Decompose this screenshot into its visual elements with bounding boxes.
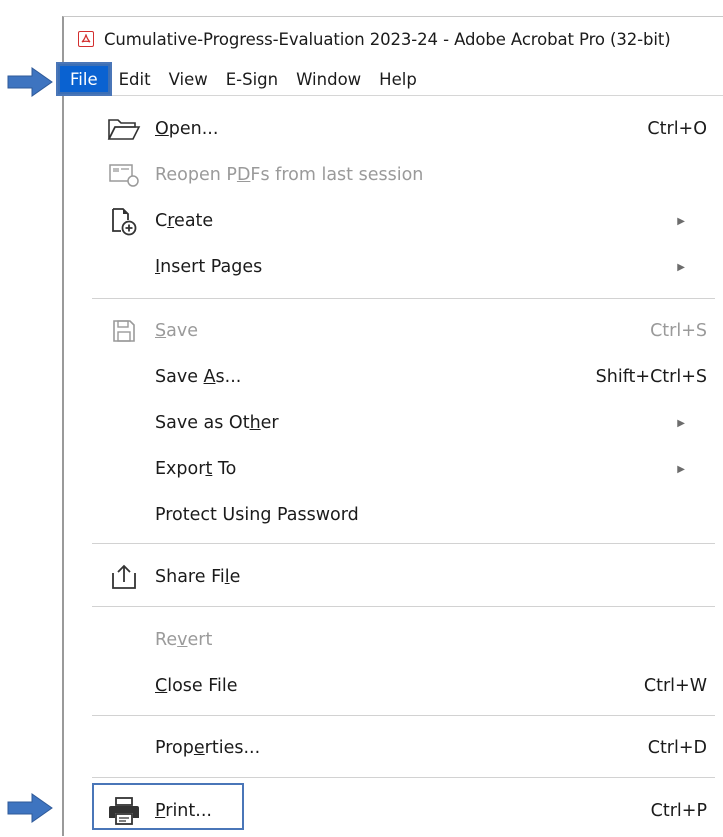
- window-title: Cumulative-Progress-Evaluation 2023-24 -…: [104, 29, 671, 49]
- create-pdf-icon: [104, 204, 144, 238]
- menu-separator: [92, 543, 715, 544]
- reopen-pdfs-icon: [104, 158, 144, 192]
- menu-bar: File Edit View E-Sign Window Help: [56, 62, 723, 96]
- menu-separator: [92, 606, 715, 607]
- menu-item-save-as-other[interactable]: Save as Other ▶: [64, 400, 723, 446]
- file-menu-dropdown: Open... Ctrl+O Reopen PDFs from last ses…: [64, 97, 723, 837]
- shortcut-save-as: Shift+Ctrl+S: [595, 367, 707, 387]
- shortcut-save: Ctrl+S: [650, 321, 707, 341]
- submenu-arrow-icon: ▶: [677, 417, 685, 429]
- save-icon: [104, 314, 144, 348]
- menu-separator: [92, 777, 715, 778]
- menu-item-share-file[interactable]: Share File: [64, 554, 723, 600]
- menu-item-close-file[interactable]: Close File Ctrl+W: [64, 663, 723, 709]
- menu-item-properties[interactable]: Properties... Ctrl+D: [64, 725, 723, 771]
- submenu-arrow-icon: ▶: [677, 261, 685, 273]
- print-highlight-box: [92, 783, 244, 830]
- menu-item-revert[interactable]: Revert: [64, 617, 723, 663]
- menu-item-open[interactable]: Open... Ctrl+O: [64, 106, 723, 152]
- menu-item-reopen-pdfs[interactable]: Reopen PDFs from last session: [64, 152, 723, 198]
- menu-window[interactable]: Window: [287, 64, 370, 94]
- acrobat-window: Cumulative-Progress-Evaluation 2023-24 -…: [56, 16, 723, 837]
- menu-item-create[interactable]: Create ▶: [64, 198, 723, 244]
- arrow-pointer-file: [7, 67, 53, 97]
- submenu-arrow-icon: ▶: [677, 463, 685, 475]
- shortcut-open: Ctrl+O: [647, 119, 707, 139]
- shortcut-print: Ctrl+P: [650, 801, 707, 821]
- menu-help[interactable]: Help: [370, 64, 426, 94]
- menu-item-protect-using-password[interactable]: Protect Using Password: [64, 492, 723, 538]
- menu-item-insert-pages[interactable]: Insert Pages ▶: [64, 244, 723, 290]
- title-bar: Cumulative-Progress-Evaluation 2023-24 -…: [64, 17, 723, 61]
- menu-item-export-to[interactable]: Export To ▶: [64, 446, 723, 492]
- menu-separator: [92, 298, 715, 299]
- share-icon: [104, 560, 144, 594]
- menu-item-save-as[interactable]: Save As... Shift+Ctrl+S: [64, 354, 723, 400]
- menu-view[interactable]: View: [160, 64, 217, 94]
- shortcut-properties: Ctrl+D: [647, 738, 707, 758]
- menu-separator: [92, 715, 715, 716]
- adobe-acrobat-icon: [78, 31, 94, 47]
- shortcut-close-file: Ctrl+W: [643, 676, 707, 696]
- arrow-pointer-print: [7, 793, 53, 823]
- menu-item-save[interactable]: Save Ctrl+S: [64, 308, 723, 354]
- submenu-arrow-icon: ▶: [677, 215, 685, 227]
- menu-edit[interactable]: Edit: [110, 64, 160, 94]
- menu-esign[interactable]: E-Sign: [217, 64, 287, 94]
- menu-file[interactable]: File: [56, 62, 112, 96]
- folder-open-icon: [104, 112, 144, 146]
